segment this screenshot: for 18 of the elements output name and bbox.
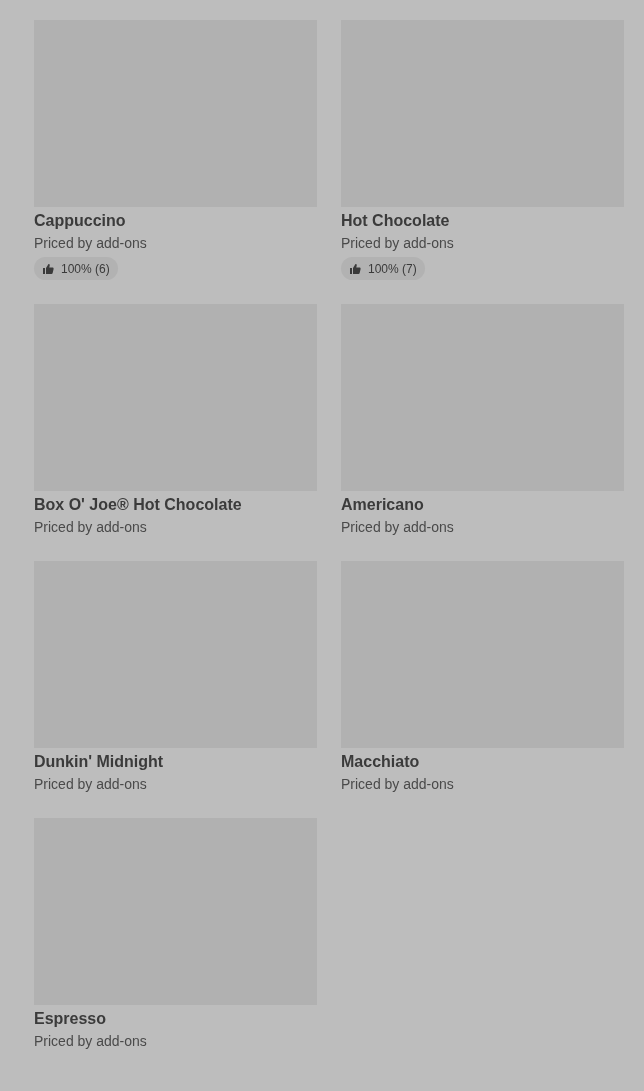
rating-text: 100% (7) bbox=[368, 261, 417, 276]
item-price: Priced by add-ons bbox=[341, 518, 454, 537]
item-name: Americano bbox=[341, 495, 424, 515]
item-price: Priced by add-ons bbox=[34, 518, 147, 537]
item-price: Priced by add-ons bbox=[34, 775, 147, 794]
item-name: Box O' Joe® Hot Chocolate bbox=[34, 495, 242, 515]
item-name: Macchiato bbox=[341, 752, 420, 772]
item-name: Espresso bbox=[34, 1009, 107, 1029]
item-name: Cappuccino bbox=[34, 211, 126, 231]
item-price: Priced by add-ons bbox=[341, 775, 454, 794]
item-name: Hot Chocolate bbox=[341, 211, 450, 231]
item-price: Priced by add-ons bbox=[34, 1032, 147, 1051]
item-price: Priced by add-ons bbox=[34, 234, 147, 253]
rating-text: 100% (6) bbox=[61, 261, 110, 276]
item-price: Priced by add-ons bbox=[341, 234, 454, 253]
thumbs-up-icon bbox=[349, 262, 361, 275]
item-name: Dunkin' Midnight bbox=[34, 752, 164, 772]
thumbs-up-icon bbox=[42, 262, 54, 275]
